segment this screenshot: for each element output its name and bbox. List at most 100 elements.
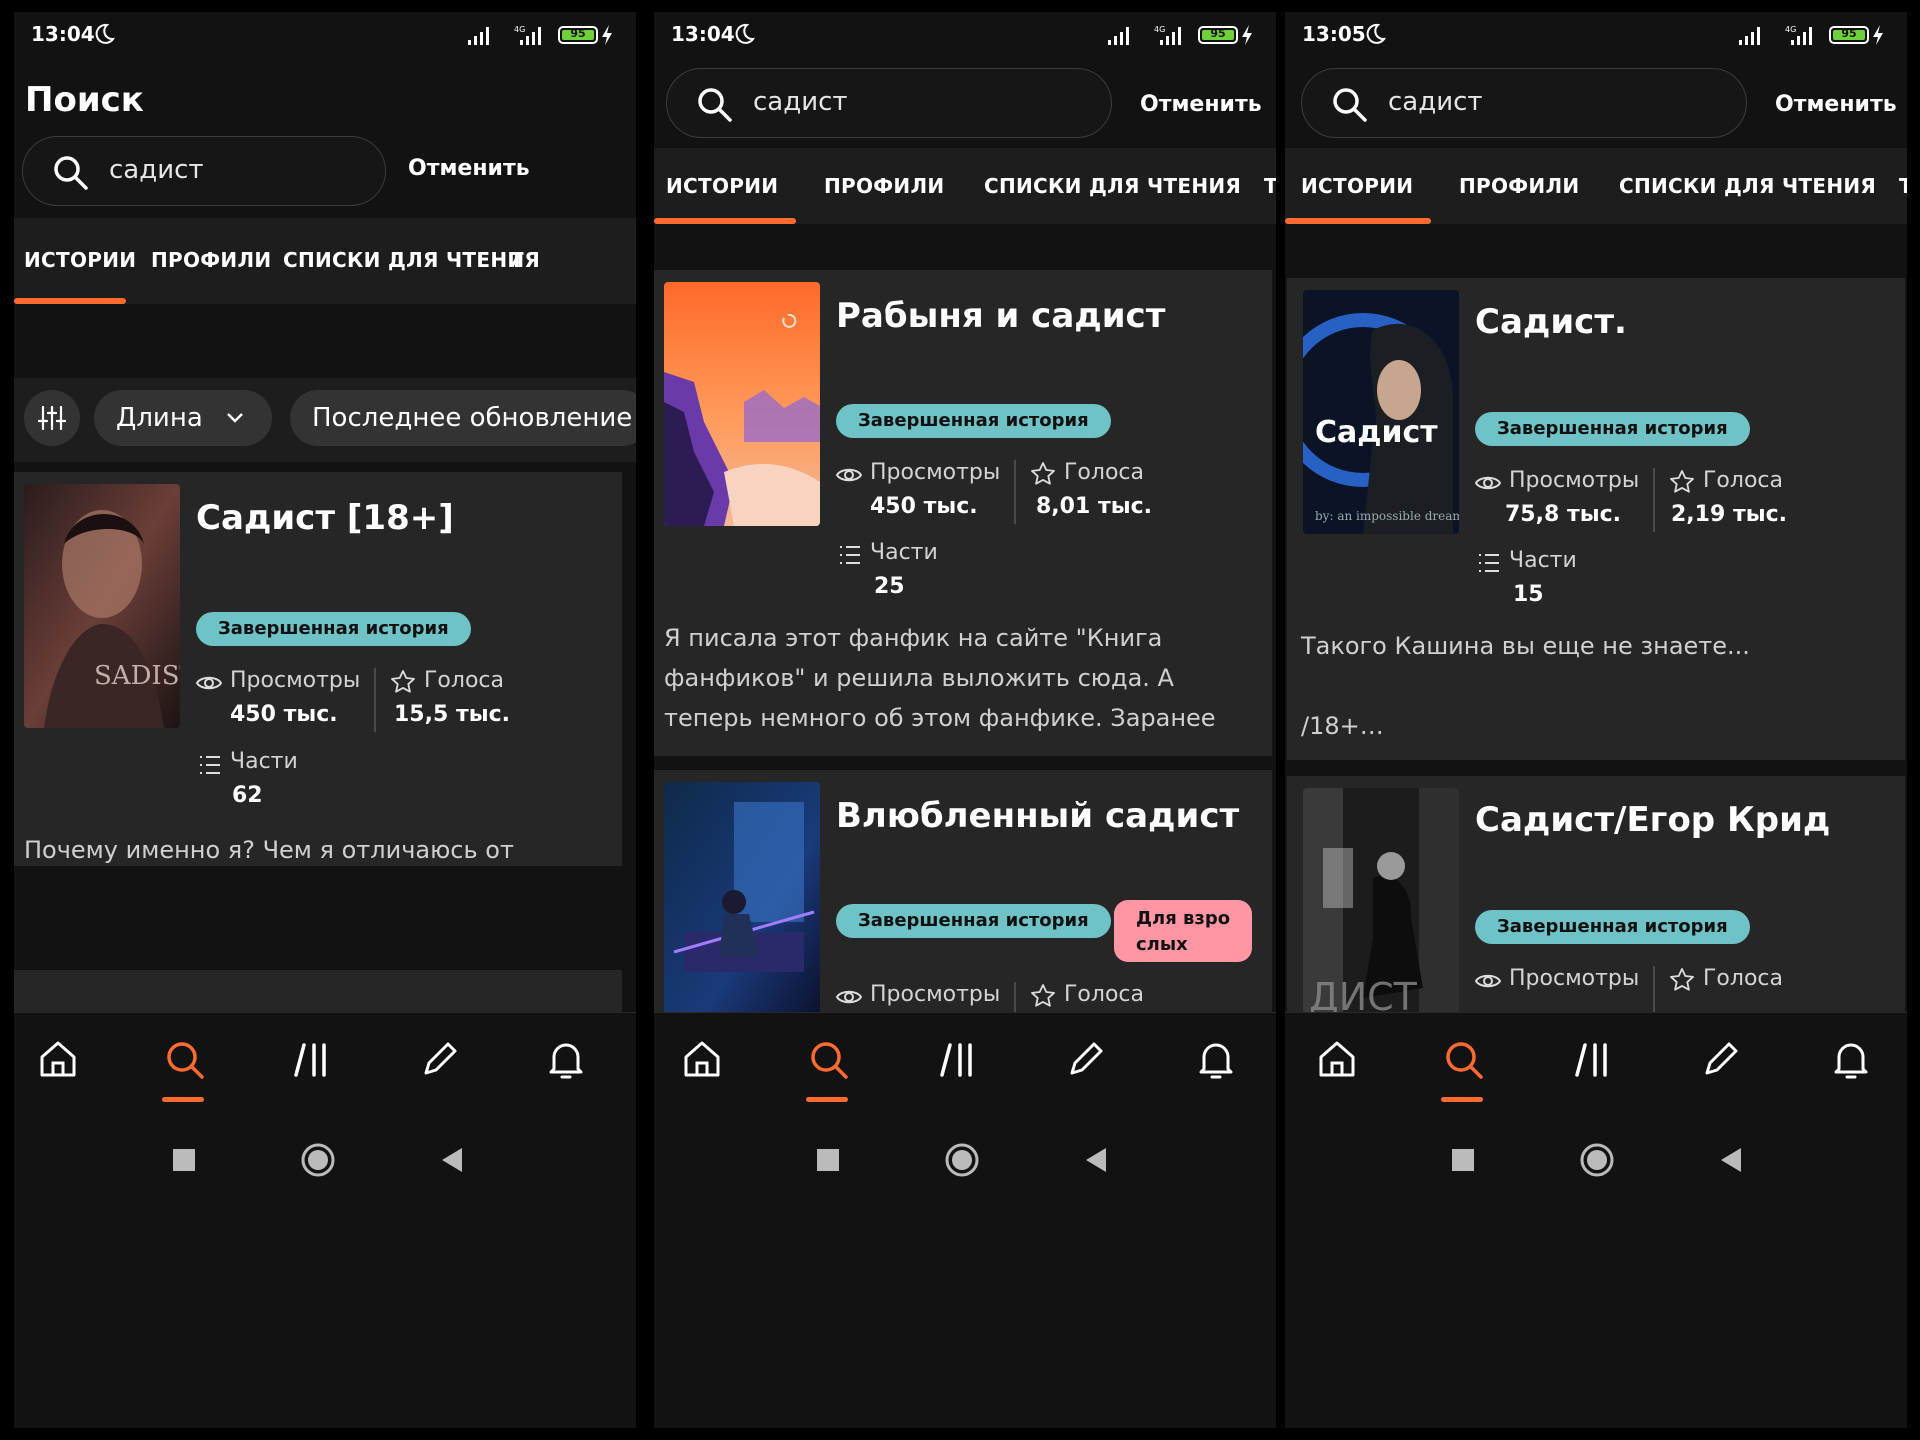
parts-label: Части [870, 540, 938, 565]
completed-badge: Завершенная история [1475, 910, 1750, 944]
system-navigation [1285, 1116, 1907, 1206]
star-icon [391, 670, 415, 693]
back-icon[interactable] [1076, 1140, 1116, 1180]
signal-4g-icon: 4G [514, 25, 541, 45]
phone-screen-2: 13:04 4G 95 садист Отменить ИСТОРИИ ПРОФ… [654, 12, 1276, 1428]
search-value: садист [109, 155, 204, 185]
tab-reading-lists[interactable]: СПИСКИ ДЛЯ ЧТЕНИЯ [984, 174, 1241, 198]
search-input[interactable]: садист [22, 136, 386, 206]
cancel-button[interactable]: Отменить [1775, 92, 1897, 117]
home-circle-icon[interactable] [298, 1140, 338, 1180]
votes-label: Голоса [1703, 966, 1783, 991]
bell-icon[interactable] [1829, 1037, 1873, 1081]
story-card[interactable]: ДИСТ Садист/Егор Крид Завершенная истори… [1287, 776, 1905, 1012]
sliders-icon [38, 405, 66, 431]
home-icon[interactable] [36, 1037, 80, 1081]
status-bar: 13:04 4G 95 [654, 12, 1276, 60]
story-card[interactable]: SADIST Садист [18+] Завершенная история … [14, 472, 622, 866]
length-filter-label: Длина [116, 403, 203, 433]
write-icon[interactable] [1699, 1037, 1743, 1081]
story-card[interactable]: Рабыня и садист Завершенная история Прос… [654, 270, 1272, 756]
active-tab-indicator [14, 298, 126, 304]
search-value: садист [1388, 87, 1483, 117]
recent-apps-icon[interactable] [164, 1140, 204, 1180]
star-icon [1670, 968, 1694, 991]
cancel-button[interactable]: Отменить [408, 156, 530, 181]
views-label: Просмотры [1509, 966, 1640, 991]
length-filter-dropdown[interactable]: Длина [94, 390, 272, 446]
tab-more[interactable]: Т [1899, 174, 1907, 198]
tab-more[interactable]: Т [1264, 174, 1276, 198]
tab-profiles[interactable]: ПРОФИЛИ [824, 174, 944, 198]
recent-apps-icon[interactable] [808, 1140, 848, 1180]
page-title: Поиск [25, 80, 144, 120]
star-icon [1670, 470, 1694, 493]
parts-label: Части [230, 749, 298, 774]
story-card[interactable] [14, 972, 622, 1012]
votes-count: 2,19 тыс. [1671, 502, 1787, 527]
parts-list-icon [1479, 554, 1499, 572]
eye-icon [1475, 476, 1501, 490]
charging-icon [602, 25, 612, 45]
system-navigation [654, 1116, 1276, 1206]
adult-badge: Для взро слых [1114, 900, 1252, 962]
eye-icon [1475, 974, 1501, 988]
cancel-button[interactable]: Отменить [1140, 92, 1262, 117]
battery-icon: 95 [1829, 26, 1869, 44]
story-title: Садист. [1475, 302, 1627, 342]
status-time: 13:04 [671, 22, 735, 46]
views-label: Просмотры [870, 460, 1001, 485]
story-title: Рабыня и садист [836, 296, 1166, 336]
recent-apps-icon[interactable] [1443, 1140, 1483, 1180]
tab-reading-lists[interactable]: СПИСКИ ДЛЯ ЧТЕНИЯ [283, 248, 540, 272]
search-icon [54, 156, 88, 190]
moon-icon [95, 23, 116, 44]
signal-icon [1739, 27, 1760, 45]
battery-icon: 95 [558, 26, 598, 44]
update-filter-dropdown[interactable]: Последнее обновление [290, 390, 636, 446]
write-icon[interactable] [418, 1037, 462, 1081]
search-input[interactable]: садист [1301, 68, 1747, 138]
moon-icon [735, 23, 756, 44]
library-icon[interactable] [290, 1037, 334, 1081]
search-icon[interactable] [806, 1037, 850, 1081]
home-circle-icon[interactable] [1577, 1140, 1617, 1180]
tab-stories[interactable]: ИСТОРИИ [24, 248, 136, 272]
filter-settings-button[interactable] [24, 390, 80, 446]
tab-profiles[interactable]: ПРОФИЛИ [1459, 174, 1579, 198]
tab-stories[interactable]: ИСТОРИИ [1301, 174, 1413, 198]
tab-reading-lists[interactable]: СПИСКИ ДЛЯ ЧТЕНИЯ [1619, 174, 1876, 198]
home-icon[interactable] [1315, 1037, 1359, 1081]
back-icon[interactable] [1711, 1140, 1751, 1180]
library-icon[interactable] [936, 1037, 980, 1081]
home-icon[interactable] [680, 1037, 724, 1081]
tab-more[interactable]: Т [510, 248, 524, 272]
bell-icon[interactable] [544, 1037, 588, 1081]
back-icon[interactable] [432, 1140, 472, 1180]
tab-profiles[interactable]: ПРОФИЛИ [151, 248, 271, 272]
search-icon[interactable] [162, 1037, 206, 1081]
tab-bar: ИСТОРИИ ПРОФИЛИ СПИСКИ ДЛЯ ЧТЕНИЯ Т [14, 218, 636, 304]
library-icon[interactable] [1571, 1037, 1615, 1081]
story-cover: Садист by: an impossible dream [1303, 290, 1459, 534]
tab-stories[interactable]: ИСТОРИИ [666, 174, 778, 198]
status-bar: 13:05 4G 95 [1285, 12, 1907, 60]
story-description: Такого Кашина вы еще не знаете... [1301, 632, 1750, 660]
write-icon[interactable] [1064, 1037, 1108, 1081]
charging-icon [1873, 25, 1883, 45]
story-card[interactable]: Садист by: an impossible dream Садист. З… [1287, 278, 1905, 760]
home-circle-icon[interactable] [942, 1140, 982, 1180]
bell-icon[interactable] [1194, 1037, 1238, 1081]
eye-icon [836, 990, 862, 1004]
completed-badge: Завершенная история [1475, 412, 1750, 446]
search-input[interactable]: садист [666, 68, 1112, 138]
story-card[interactable]: Влюбленный садист Завершенная история Дл… [654, 770, 1272, 1012]
search-icon[interactable] [1441, 1037, 1485, 1081]
star-icon [1031, 462, 1055, 485]
signal-4g-icon: 4G [1785, 25, 1812, 45]
star-icon [1031, 984, 1055, 1007]
search-value: садист [753, 87, 848, 117]
completed-badge: Завершенная история [836, 904, 1111, 938]
eye-icon [196, 676, 222, 690]
views-count: 450 тыс. [230, 702, 338, 727]
